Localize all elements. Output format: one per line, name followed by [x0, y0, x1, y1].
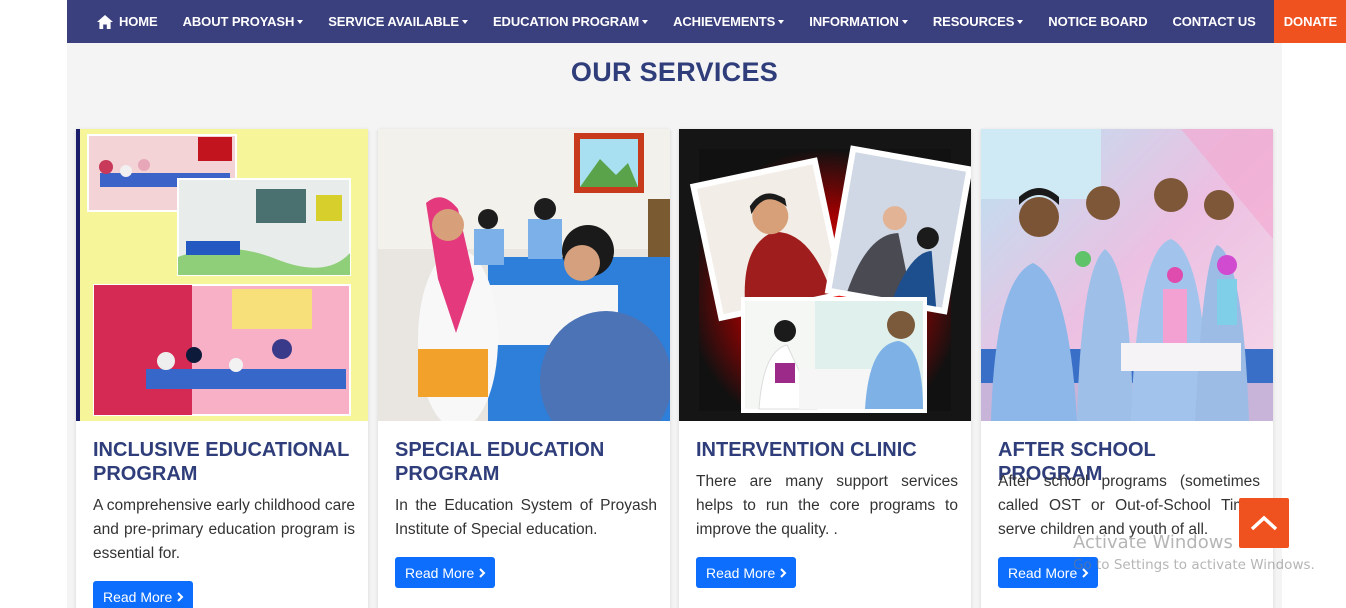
- inclusive-program-image[interactable]: [76, 129, 368, 421]
- card-description: There are many support services helps to…: [696, 473, 958, 538]
- nav-achievements-label: ACHIEVEMENTS: [673, 14, 776, 29]
- nav-information[interactable]: INFORMATION: [796, 0, 920, 43]
- watermark-title: Activate Windows: [1073, 532, 1233, 553]
- caret-down-icon: [642, 19, 649, 24]
- main-navbar: HOME ABOUT PROYASH SERVICE AVAILABLE EDU…: [67, 0, 1346, 43]
- chevron-right-icon: [780, 567, 787, 578]
- read-more-button[interactable]: Read More: [395, 557, 496, 588]
- page: HOME ABOUT PROYASH SERVICE AVAILABLE EDU…: [0, 0, 1346, 608]
- nav-notice-board[interactable]: NOTICE BOARD: [1035, 0, 1159, 43]
- nav-home-label: HOME: [119, 14, 158, 29]
- caret-down-icon: [297, 19, 304, 24]
- card-description: A comprehensive early childhood care and…: [93, 497, 355, 562]
- read-more-button[interactable]: Read More: [696, 557, 797, 588]
- nav-home[interactable]: HOME: [97, 0, 170, 43]
- read-more-button[interactable]: Read More: [93, 581, 194, 608]
- special-education-image[interactable]: [378, 129, 670, 421]
- card-title: INCLUSIVE EDUCATIONAL PROGRAM: [93, 439, 349, 485]
- caret-down-icon: [901, 19, 908, 24]
- caret-down-icon: [461, 19, 468, 24]
- service-card-inclusive: INCLUSIVE EDUCATIONAL PROGRAM A comprehe…: [76, 129, 368, 608]
- nav-education-label: EDUCATION PROGRAM: [492, 14, 640, 29]
- chevron-right-icon: [479, 567, 486, 578]
- watermark-subtitle: Go to Settings to activate Windows.: [1073, 557, 1315, 573]
- home-icon: [97, 14, 113, 29]
- chevron-right-icon: [177, 591, 184, 602]
- card-description: In the Education System of Proyash Insti…: [395, 497, 657, 538]
- nav-resources-label: RESOURCES: [932, 14, 1015, 29]
- nav-achievements[interactable]: ACHIEVEMENTS: [660, 0, 796, 43]
- windows-activation-watermark: Activate Windows Go to Settings to activ…: [1073, 532, 1315, 573]
- nav-about-proyash[interactable]: ABOUT PROYASH: [170, 0, 316, 43]
- donate-button[interactable]: DONATE: [1273, 0, 1346, 43]
- section-title: OUR SERVICES: [570, 57, 779, 87]
- after-school-program-image[interactable]: [981, 129, 1273, 421]
- read-more-label: Read More: [405, 564, 475, 581]
- service-card-special-education: SPECIAL EDUCATION PROGRAM In the Educati…: [378, 129, 670, 608]
- nav-information-label: INFORMATION: [809, 14, 899, 29]
- nav-notice-label: NOTICE BOARD: [1048, 14, 1148, 29]
- read-more-label: Read More: [706, 564, 776, 581]
- nav-about-label: ABOUT PROYASH: [182, 14, 295, 29]
- nav-contact-us[interactable]: CONTACT US: [1160, 0, 1268, 43]
- read-more-label: Read More: [1008, 564, 1078, 581]
- nav-service-available[interactable]: SERVICE AVAILABLE: [315, 0, 480, 43]
- nav-resources[interactable]: RESOURCES: [920, 0, 1035, 43]
- caret-down-icon: [778, 19, 785, 24]
- card-title: INTERVENTION CLINIC: [696, 439, 917, 461]
- donate-label: DONATE: [1283, 14, 1338, 29]
- read-more-label: Read More: [103, 588, 173, 605]
- service-card-intervention: INTERVENTION CLINIC There are many suppo…: [679, 129, 971, 608]
- nav-contact-label: CONTACT US: [1172, 14, 1256, 29]
- nav-education-program[interactable]: EDUCATION PROGRAM: [480, 0, 660, 43]
- nav-service-label: SERVICE AVAILABLE: [328, 14, 459, 29]
- intervention-clinic-image[interactable]: [679, 129, 971, 421]
- caret-down-icon: [1017, 19, 1024, 24]
- chevron-up-icon: [1250, 515, 1278, 531]
- services-section: OUR SERVICES INCLUSIVE EDUCATIONAL PROGR…: [67, 43, 1282, 608]
- card-title: SPECIAL EDUCATION PROGRAM: [395, 439, 605, 485]
